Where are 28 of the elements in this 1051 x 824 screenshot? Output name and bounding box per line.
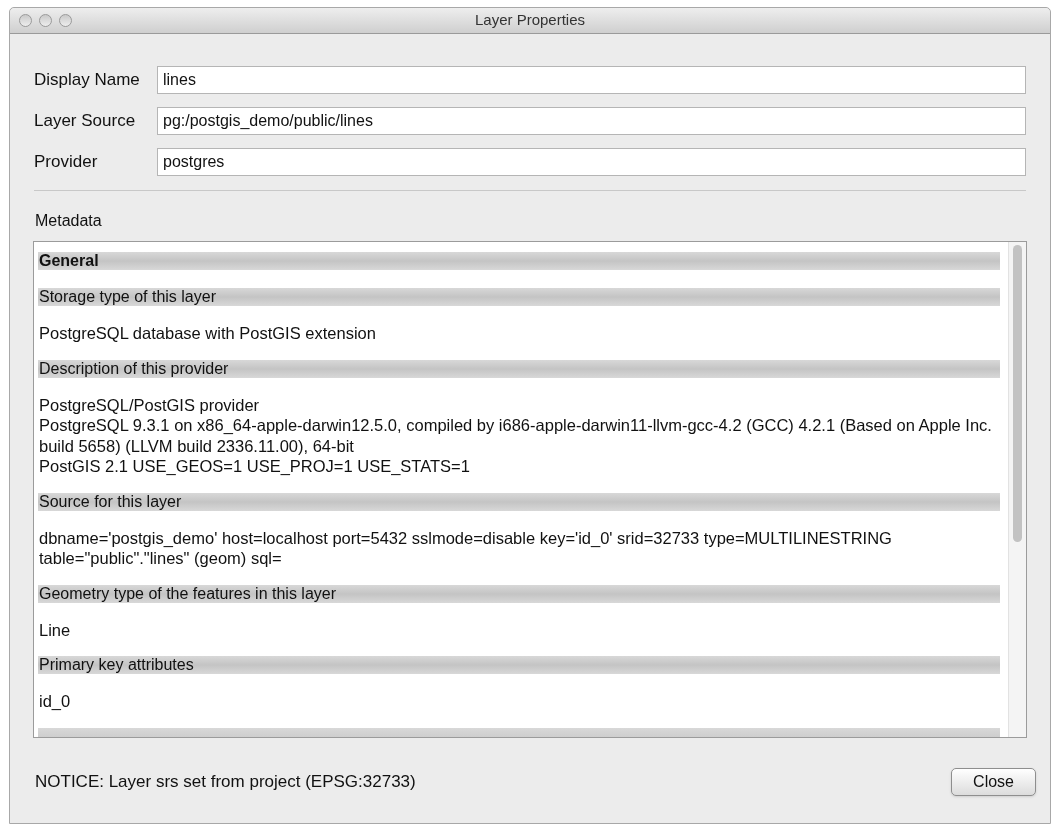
section-heading: Geometry type of the features in this layer (38, 584, 1000, 603)
metadata-text: PostGIS 2.1 USE_GEOS=1 USE_PROJ=1 USE_STATS=1 (39, 456, 471, 477)
window-title: Layer Properties (474, 10, 586, 31)
metadata-text: id_0 (39, 691, 72, 712)
field-label: Display Name (34, 69, 141, 92)
notice-text: NOTICE: Layer srs set from project (EPSG:32733) (35, 771, 416, 794)
field-label: Layer Source (34, 110, 137, 133)
zoom-window-icon[interactable] (59, 14, 72, 27)
section-heading: Storage type of this layer (38, 288, 1000, 306)
metadata-text: PostgreSQL database with PostGIS extension (39, 323, 377, 344)
section-heading: Source for this layer (38, 492, 1000, 511)
metadata-text: dbname='postgis_demo' host=localhost port=5432 sslmode=disable key='id_0' srid=32733 type=MULTILINESTRING table="public"."lines" (geom) sql= (39, 527, 893, 569)
text-field[interactable]: postgres (157, 148, 1026, 176)
text-field[interactable]: lines (157, 66, 1026, 94)
section-heading: Primary key attributes (38, 656, 1000, 674)
field-label: Provider (34, 151, 99, 174)
scrollbar[interactable] (1008, 242, 1026, 737)
metadata-text: PostgreSQL/PostGIS provider (39, 394, 261, 415)
text-field[interactable]: pg:/postgis_demo/public/lines (157, 107, 1026, 135)
section-heading: Description of this provider (38, 359, 1000, 378)
section-heading: General (38, 252, 1000, 270)
scrollbar-thumb[interactable] (1013, 245, 1022, 542)
metadata-text: Line (39, 619, 72, 640)
close-window-icon[interactable] (19, 14, 32, 27)
metadata-label: Metadata (35, 211, 102, 231)
minimize-window-icon[interactable] (39, 14, 52, 27)
metadata-text: PostgreSQL 9.3.1 on x86_64-apple-darwin12.5.0, compiled by i686-apple-darwin11-llvm-gcc-4.2 (GCC) 4.2.1 (Based on Apple Inc. build 5658) (LLVM build 2336.11.00), 64-bit (39, 415, 993, 456)
close-button[interactable]: Close (951, 768, 1036, 796)
